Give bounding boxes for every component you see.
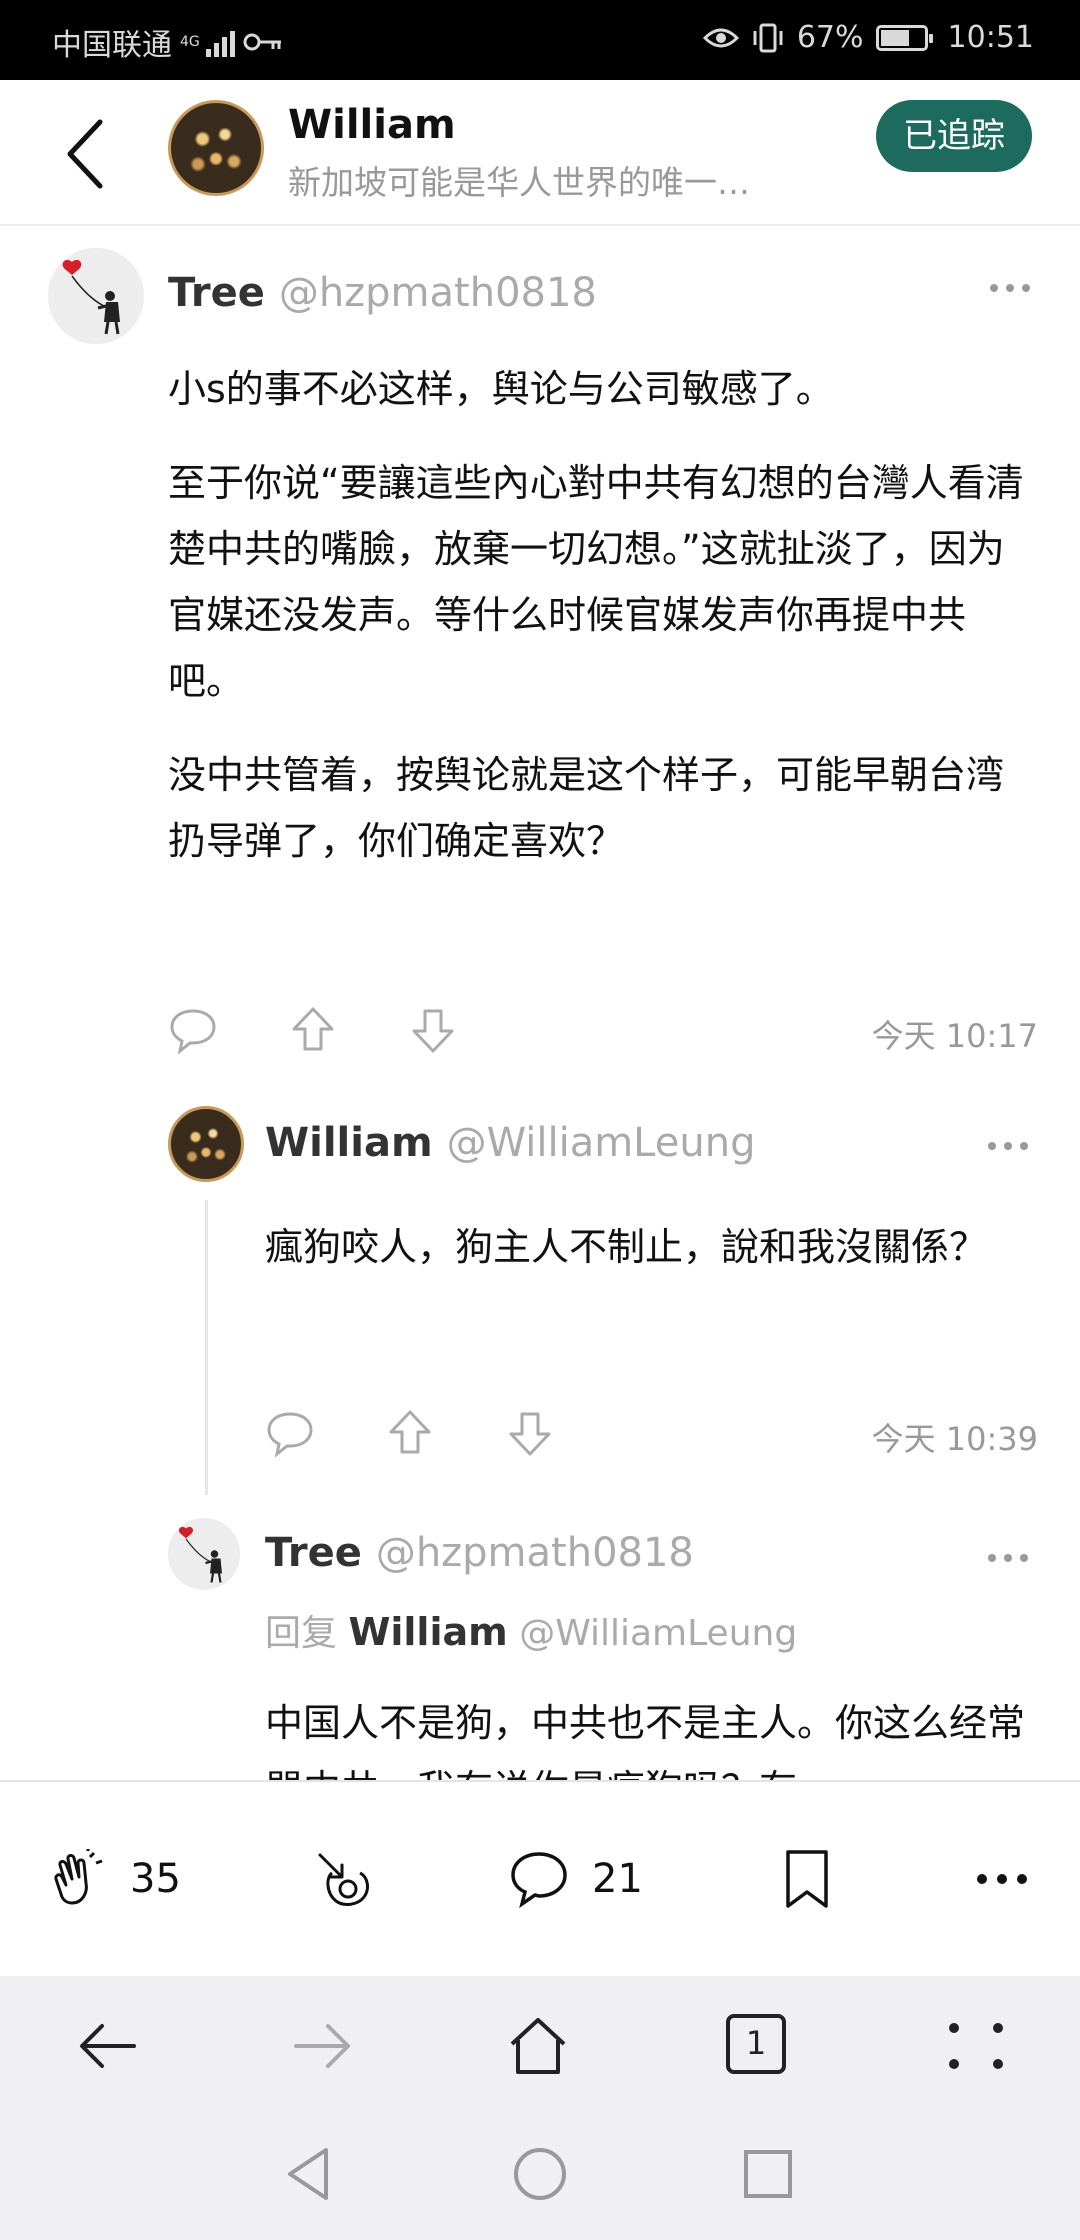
avatar[interactable]: [168, 1518, 240, 1590]
reply-icon[interactable]: [168, 1005, 218, 1055]
comment-count: 21: [592, 1856, 643, 1902]
follow-button[interactable]: 已追踪: [876, 100, 1032, 172]
comment-paragraph: 至于你说“要讓這些內心對中共有幻想的台灣人看清楚中共的嘴臉，放棄一切幻想。”这就…: [168, 461, 1024, 703]
upvote-icon[interactable]: [385, 1408, 435, 1458]
more-options-icon[interactable]: [988, 1140, 1028, 1152]
system-back-icon[interactable]: [280, 2144, 340, 2204]
system-recents-icon[interactable]: [738, 2144, 798, 2204]
conversation-header: William 新加坡可能是华人世界的唯一… 已追踪: [0, 80, 1080, 226]
tab-count: 1: [745, 2024, 767, 2062]
author-name[interactable]: Tree: [265, 1530, 362, 1576]
key-icon: [243, 33, 281, 51]
comment-timestamp: 今天 10:17: [871, 1017, 1038, 1055]
header-subtitle[interactable]: 新加坡可能是华人世界的唯一…: [288, 156, 828, 204]
clock: 10:51: [947, 20, 1034, 55]
author-name[interactable]: Tree: [168, 270, 265, 316]
more-options-button[interactable]: [976, 1844, 1028, 1914]
eye-icon: [702, 28, 739, 47]
clap-count: 35: [130, 1856, 181, 1902]
author-handle[interactable]: @hzpmath0818: [279, 270, 597, 316]
status-bar: 中国联通 4G 67% 10:51: [0, 0, 1080, 80]
network-type: 4G: [180, 34, 200, 50]
battery-percent: 67%: [796, 20, 864, 55]
comment-paragraph: 小s的事不必这样，舆论与公司敏感了。: [168, 367, 834, 411]
thread-line: [205, 1200, 208, 1495]
author-handle[interactable]: @hzpmath0818: [376, 1530, 694, 1576]
bottom-action-bar: 35 21: [0, 1780, 1080, 1976]
comment-body: 瘋狗咬人，狗主人不制止，說和我沒關係？: [265, 1214, 1040, 1308]
carrier-label: 中国联通: [52, 28, 172, 63]
downvote-icon[interactable]: [505, 1408, 555, 1458]
menu-dots-icon[interactable]: [944, 2014, 1008, 2078]
comment-actions: 今天 10:17: [168, 1005, 1038, 1065]
tap-gesture-icon: [318, 1853, 369, 1906]
comment-icon: [511, 1852, 567, 1909]
comment-paragraph: 中国人不是狗，中共也不是主人。你这么经常骂中共，我有说你是疯狗吗？有: [265, 1701, 1026, 1780]
comment-paragraph: 瘋狗咬人，狗主人不制止，說和我沒關係？: [265, 1225, 988, 1269]
comment-body: 小s的事不必这样，舆论与公司敏感了。 至于你说“要讓這些內心對中共有幻想的台灣人…: [168, 356, 1038, 902]
battery-icon: [875, 24, 933, 51]
comment-author[interactable]: Tree @hzpmath0818: [168, 270, 597, 316]
comment-timestamp: 今天 10:39: [871, 1420, 1038, 1458]
upvote-icon[interactable]: [288, 1005, 338, 1055]
comments-button[interactable]: 21: [508, 1844, 643, 1914]
comment-body-clipped: 中国人不是狗，中共也不是主人。你这么经常骂中共，我有说你是疯狗吗？有: [0, 1690, 1080, 1780]
reply-to-line: 回复 William @WilliamLeung: [265, 1604, 797, 1656]
home-icon[interactable]: [506, 2014, 570, 2078]
tabs-button[interactable]: 1: [726, 2014, 786, 2074]
comment-author[interactable]: William @WilliamLeung: [265, 1120, 755, 1166]
more-horizontal-icon: [977, 1874, 1027, 1884]
reaction-button[interactable]: [312, 1844, 376, 1914]
comment-paragraph: 没中共管着，按舆论就是这个样子，可能早朝台湾扔导弹了，你们确定喜欢？: [168, 753, 1005, 863]
balloon-girl-avatar-icon: [48, 248, 144, 344]
reply-prefix: 回复: [265, 1613, 338, 1654]
vibrate-icon: [753, 23, 783, 52]
back-arrow-icon[interactable]: [58, 114, 118, 194]
signal-icon: [206, 27, 235, 57]
bookmark-button[interactable]: [782, 1844, 832, 1914]
system-home-icon[interactable]: [510, 2144, 570, 2204]
balloon-girl-avatar-icon: [168, 1518, 240, 1590]
browser-back-icon[interactable]: [76, 2014, 140, 2078]
header-author-name[interactable]: William: [288, 102, 456, 148]
reply-to-name[interactable]: William: [348, 1610, 507, 1654]
bookmark-icon: [786, 1850, 828, 1908]
comment-actions: 今天 10:39: [265, 1408, 1038, 1468]
clap-button[interactable]: 35: [48, 1844, 181, 1914]
more-options-icon[interactable]: [990, 282, 1030, 294]
browser-navigation-bar: 1: [0, 1976, 1080, 2116]
avatar[interactable]: [168, 100, 264, 196]
author-handle[interactable]: @WilliamLeung: [447, 1120, 756, 1166]
more-options-icon[interactable]: [988, 1552, 1028, 1564]
comment-author[interactable]: Tree @hzpmath0818: [265, 1530, 694, 1576]
system-navigation-bar: [0, 2116, 1080, 2240]
avatar[interactable]: [48, 248, 144, 344]
author-name[interactable]: William: [265, 1120, 433, 1166]
downvote-icon[interactable]: [408, 1005, 458, 1055]
reply-to-handle[interactable]: @WilliamLeung: [519, 1613, 797, 1654]
browser-forward-icon[interactable]: [290, 2014, 354, 2078]
reply-icon[interactable]: [265, 1408, 315, 1458]
clap-icon: [54, 1849, 103, 1905]
avatar[interactable]: [168, 1106, 244, 1182]
